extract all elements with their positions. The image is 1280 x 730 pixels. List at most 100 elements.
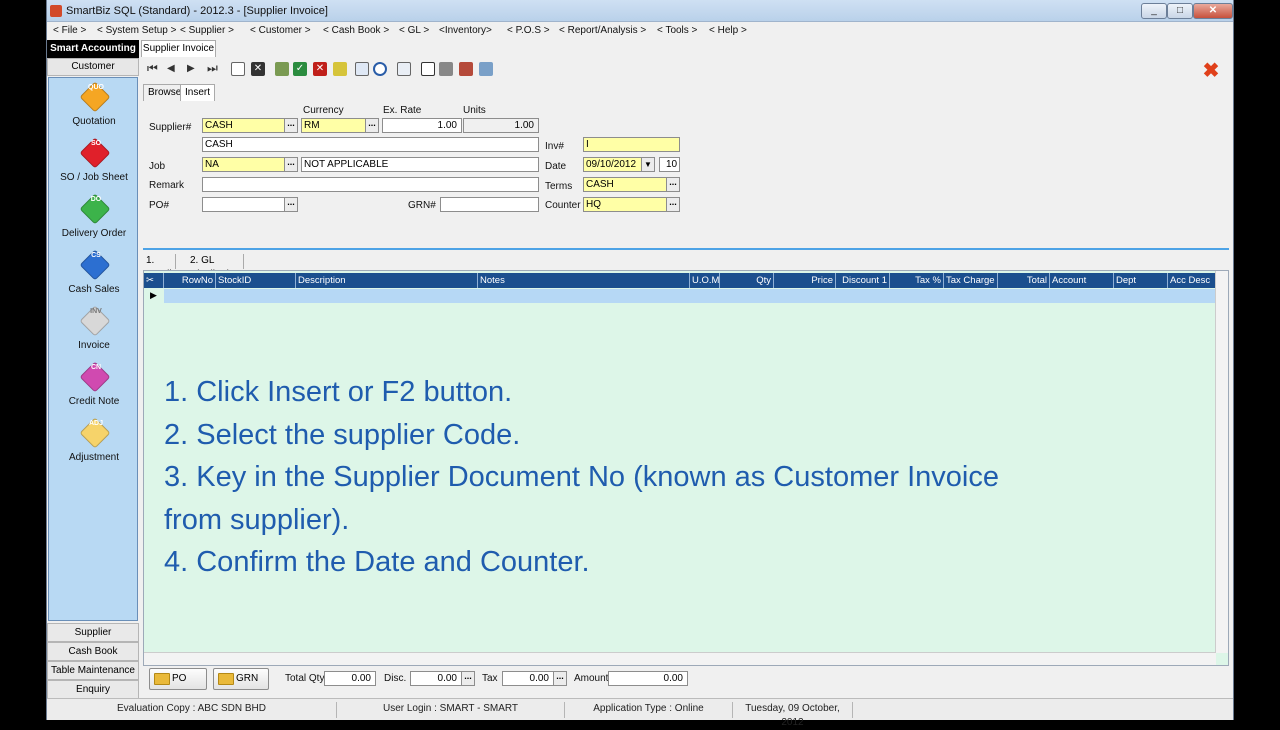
edit-icon[interactable] (275, 62, 289, 76)
app-window: SmartBiz SQL (Standard) - 2012.3 - [Supp… (46, 0, 1234, 728)
column-header[interactable]: Tax Charge (944, 273, 998, 288)
menu-file[interactable]: < File > (53, 25, 86, 36)
sidebar-section-supplier[interactable]: Supplier (47, 623, 139, 642)
grid-tools-icon[interactable]: ✂ (144, 273, 164, 288)
prev-record-icon[interactable]: ◀ (167, 62, 181, 76)
cancel-icon[interactable]: ✕ (251, 62, 265, 76)
copy-icon[interactable] (355, 62, 369, 76)
column-header[interactable]: StockID (216, 273, 296, 288)
po-field[interactable] (202, 197, 286, 212)
sidebar-item-cash-sales[interactable]: CS Cash Sales (49, 249, 139, 306)
vertical-scrollbar[interactable] (1215, 271, 1228, 653)
column-header[interactable]: Discount 1 (836, 273, 890, 288)
horizontal-scrollbar[interactable] (144, 652, 1216, 665)
menu-pos[interactable]: < P.O.S > (507, 25, 550, 36)
search-icon[interactable] (373, 62, 387, 76)
save-icon[interactable]: ✓ (293, 62, 307, 76)
menu-tools[interactable]: < Tools > (657, 25, 697, 36)
column-header[interactable]: Dept (1114, 273, 1168, 288)
sidebar-section-enquiry[interactable]: Enquiry (47, 680, 139, 699)
counter-field[interactable]: HQ (583, 197, 667, 212)
po-button[interactable]: PO (149, 668, 207, 690)
job-lookup-button[interactable]: ... (284, 157, 298, 172)
tab-detail[interactable]: 1. Detail (143, 254, 176, 280)
grn-button[interactable]: GRN (213, 668, 269, 690)
sidebar-item-delivery-order[interactable]: DO Delivery Order (49, 193, 139, 250)
column-header[interactable]: Qty (720, 273, 774, 288)
tax-field[interactable]: 0.00 (502, 671, 554, 686)
sidebar-item-credit-note[interactable]: CN Credit Note (49, 361, 139, 418)
job-description-field[interactable]: NOT APPLICABLE (301, 157, 539, 172)
date-field[interactable]: 09/10/2012 (583, 157, 643, 172)
date-dropdown-icon[interactable]: ▼ (641, 157, 655, 172)
counter-lookup-button[interactable]: ... (666, 197, 680, 212)
column-header[interactable]: Account (1050, 273, 1114, 288)
column-header[interactable]: Total (998, 273, 1050, 288)
menu-customer[interactable]: < Customer > (250, 25, 311, 36)
exrate-label: Ex. Rate (383, 105, 422, 116)
sidebar-item-adjustment[interactable]: ADJ Adjustment (49, 417, 139, 474)
tab-insert[interactable]: Insert (180, 84, 216, 101)
refresh-icon[interactable] (333, 62, 347, 76)
terms-field[interactable]: CASH (583, 177, 667, 192)
po-lookup-button[interactable]: ... (284, 197, 298, 212)
column-header[interactable]: Description (296, 273, 478, 288)
grn-field[interactable] (440, 197, 539, 212)
close-window-button[interactable]: ✕ (1193, 3, 1233, 19)
job-field[interactable]: NA (202, 157, 286, 172)
preview-icon[interactable] (459, 62, 473, 76)
currency-lookup-button[interactable]: ... (365, 118, 379, 133)
terms-lookup-button[interactable]: ... (666, 177, 680, 192)
menu-supplier[interactable]: < Supplier > (180, 25, 234, 36)
grn-label: GRN# (408, 200, 436, 211)
duplicate-icon[interactable] (421, 62, 435, 76)
first-record-icon[interactable]: ⏮ (147, 62, 161, 76)
currency-field[interactable]: RM (301, 118, 369, 133)
minimize-button[interactable]: _ (1141, 3, 1167, 19)
menu-report-analysis[interactable]: < Report/Analysis > (559, 25, 646, 36)
exrate-field[interactable]: 1.00 (382, 118, 462, 133)
new-icon[interactable] (231, 62, 245, 76)
transfer-icon[interactable] (479, 62, 493, 76)
grn-button-label: GRN (236, 673, 259, 684)
disc-lookup-button[interactable]: ... (461, 671, 475, 686)
remark-field[interactable] (202, 177, 539, 192)
sidebar-item-quotation[interactable]: QUO Quotation (49, 81, 139, 138)
supplier-code-field[interactable]: CASH (202, 118, 286, 133)
exit-icon[interactable]: ✖ (1201, 61, 1221, 82)
totals-bar: PO GRN Total Qty 0.00 Disc. 0.00 ... Tax… (143, 666, 1229, 692)
menu-gl[interactable]: < GL > (399, 25, 429, 36)
column-header[interactable]: Acc Desc (1168, 273, 1218, 288)
column-header[interactable]: Tax % (890, 273, 944, 288)
sidebar-panel: QUO Quotation SO SO / Job Sheet DO Deliv… (48, 77, 138, 621)
sidebar-item-invoice[interactable]: INV Invoice (49, 305, 139, 362)
date-period-field[interactable]: 10 (659, 157, 680, 172)
tab-gl-distribution[interactable]: 2. GL Distribution (187, 254, 245, 280)
column-header[interactable]: RowNo (164, 273, 216, 288)
menu-inventory[interactable]: <Inventory> (439, 25, 492, 36)
menu-cash-book[interactable]: < Cash Book > (323, 25, 389, 36)
sidebar-section-table-maintenance[interactable]: Table Maintenance (47, 661, 139, 680)
inv-number-field[interactable]: I (583, 137, 680, 152)
column-header[interactable]: Price (774, 273, 836, 288)
terms-label: Terms (545, 181, 573, 192)
properties-icon[interactable] (397, 62, 411, 76)
sidebar-item-so-job-sheet[interactable]: SO SO / Job Sheet (49, 137, 139, 194)
menu-help[interactable]: < Help > (709, 25, 747, 36)
table-row[interactable] (164, 289, 1218, 303)
menu-system-setup[interactable]: < System Setup > (97, 25, 177, 36)
tax-lookup-button[interactable]: ... (553, 671, 567, 686)
disc-field[interactable]: 0.00 (410, 671, 462, 686)
supplier-lookup-button[interactable]: ... (284, 118, 298, 133)
maximize-button[interactable]: □ (1167, 3, 1193, 19)
sidebar-section-customer[interactable]: Customer (47, 58, 139, 76)
column-header[interactable]: U.O.M (690, 273, 720, 288)
last-record-icon[interactable]: ⏭ (207, 62, 221, 76)
next-record-icon[interactable]: ▶ (187, 62, 201, 76)
tab-supplier-invoice[interactable]: Supplier Invoice (141, 40, 216, 57)
sidebar-section-cash-book[interactable]: Cash Book (47, 642, 139, 661)
delete-icon[interactable]: ✕ (313, 62, 327, 76)
column-header[interactable]: Notes (478, 273, 690, 288)
supplier-name-field[interactable]: CASH (202, 137, 539, 152)
print-icon[interactable] (439, 62, 453, 76)
